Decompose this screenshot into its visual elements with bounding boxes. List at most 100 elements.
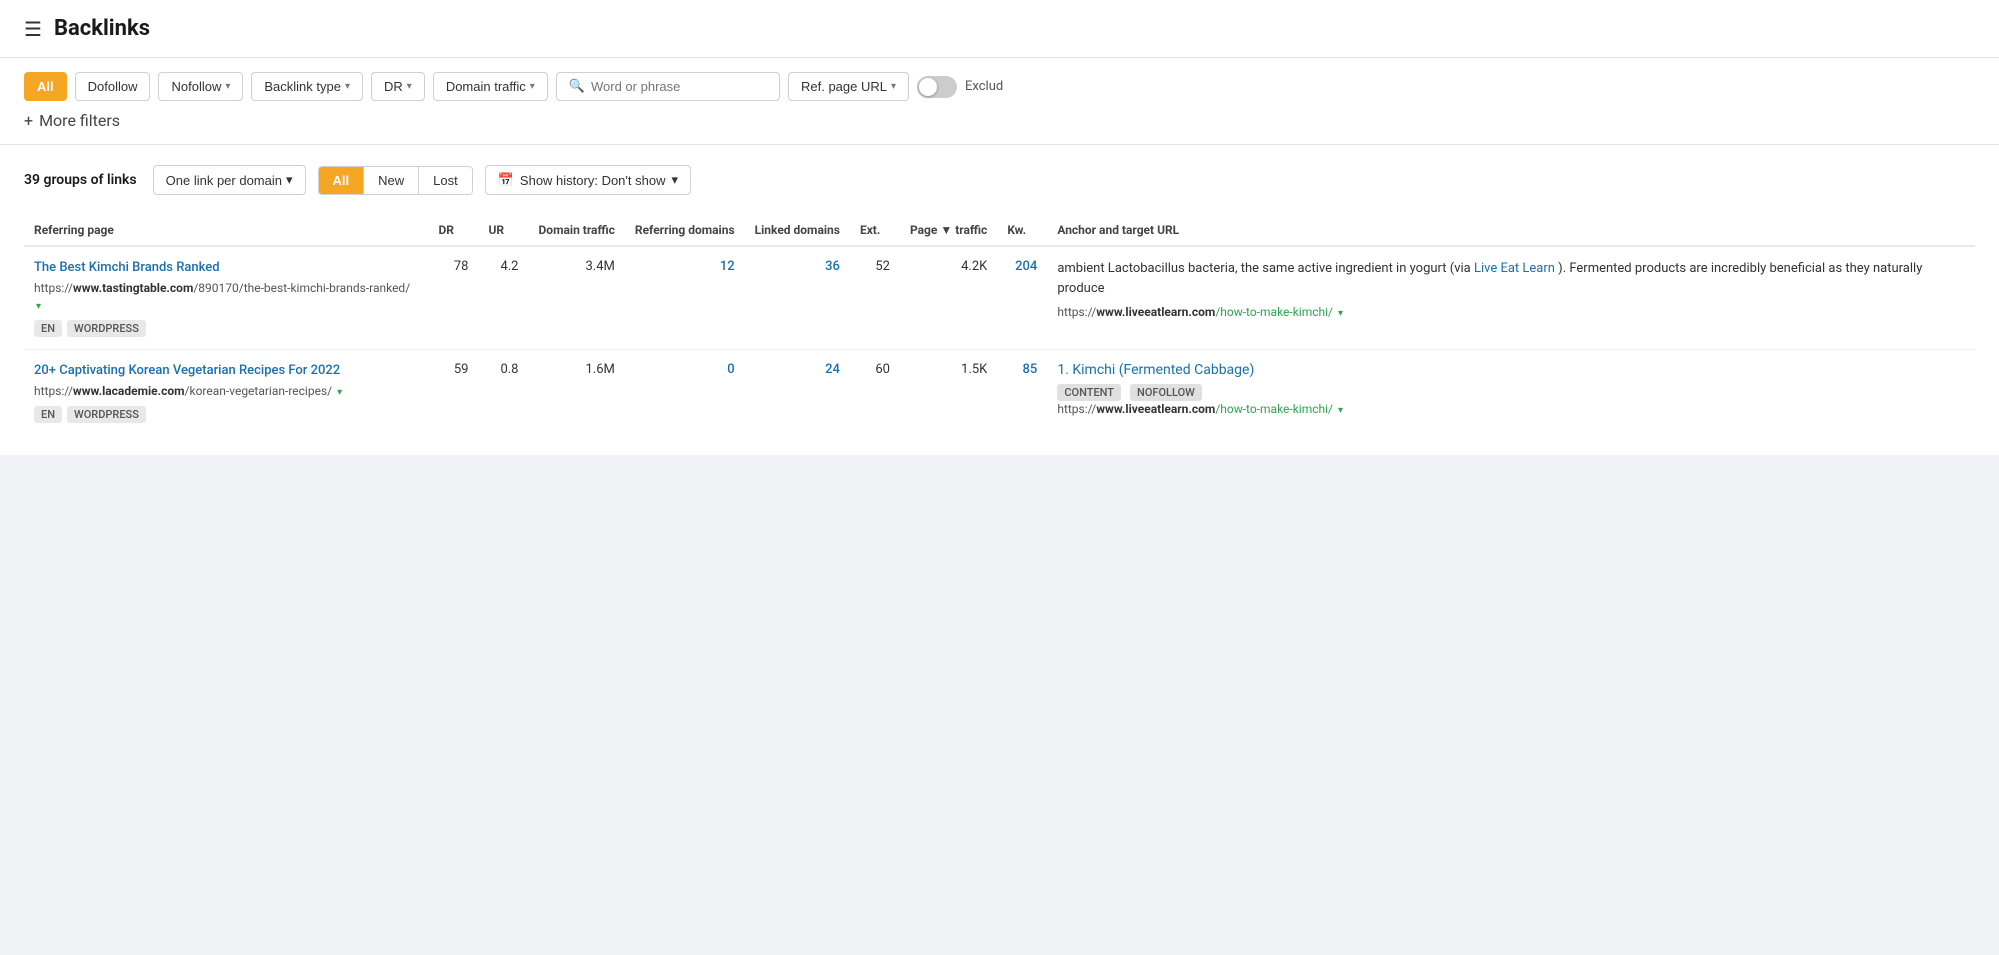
chevron-down-icon: ▾	[225, 81, 230, 92]
domain-traffic-cell: 3.4M	[529, 246, 625, 349]
dr-cell: 78	[429, 246, 479, 349]
linked-domains-cell: 24	[745, 349, 850, 435]
col-ext: Ext.	[850, 215, 900, 246]
referring-domains-value[interactable]: 12	[720, 259, 735, 274]
ur-value: 0.8	[500, 362, 518, 377]
referring-domains-cell: 12	[625, 246, 745, 349]
col-linked-domains: Linked domains	[745, 215, 850, 246]
url-domain[interactable]: www.lacademie.com	[73, 384, 185, 398]
dr-value: 59	[454, 362, 469, 377]
filters-bar: All Dofollow Nofollow ▾ Backlink type ▾ …	[0, 58, 1999, 145]
ur-cell: 4.2	[479, 246, 529, 349]
chevron-down-icon: ▾	[530, 81, 535, 92]
page-title: Backlinks	[54, 16, 150, 41]
ext-value: 52	[875, 259, 890, 274]
search-input[interactable]	[591, 79, 767, 94]
backlinks-table: Referring page DR UR Domain traffic Refe…	[24, 215, 1975, 435]
expand-icon[interactable]: ▾	[1338, 404, 1343, 418]
anchor-type-badges: CONTENTNOFOLLOW	[1057, 384, 1965, 401]
chevron-down-icon: ▾	[345, 81, 350, 92]
anchor-cell: 1. Kimchi (Fermented Cabbage) CONTENTNOF…	[1047, 349, 1975, 435]
anchor-text: ambient Lactobacillus bacteria, the same…	[1057, 259, 1965, 298]
referring-domains-value[interactable]: 0	[727, 362, 734, 377]
expand-icon[interactable]: ▾	[337, 386, 342, 400]
referring-page-cell: The Best Kimchi Brands Ranked https://ww…	[24, 246, 429, 349]
show-history-button[interactable]: 📅 Show history: Don't show ▾	[485, 165, 691, 195]
search-icon: 🔍	[569, 79, 585, 94]
col-page-traffic[interactable]: Page ▼ traffic	[900, 215, 997, 246]
anchor-url-domain[interactable]: www.liveeatlearn.com	[1096, 402, 1215, 416]
domain-traffic-value: 1.6M	[585, 362, 614, 377]
kw-value[interactable]: 204	[1015, 259, 1037, 274]
anchor-badges-row: 1. Kimchi (Fermented Cabbage)	[1057, 362, 1965, 378]
col-referring-domains: Referring domains	[625, 215, 745, 246]
filters-row: All Dofollow Nofollow ▾ Backlink type ▾ …	[24, 72, 1975, 101]
anchor-url-domain[interactable]: www.liveeatlearn.com	[1096, 305, 1215, 319]
ur-value: 4.2	[500, 259, 518, 274]
page-traffic-value: 4.2K	[961, 259, 987, 274]
ext-value: 60	[875, 362, 890, 377]
filter-nofollow-button[interactable]: Nofollow ▾	[158, 72, 243, 101]
badge: WORDPRESS	[67, 406, 146, 423]
filter-dr-button[interactable]: DR ▾	[371, 72, 425, 101]
page-traffic-cell: 1.5K	[900, 349, 997, 435]
col-anchor-target-url: Anchor and target URL	[1047, 215, 1975, 246]
exclude-toggle[interactable]	[917, 76, 957, 98]
filter-ref-page-url-button[interactable]: Ref. page URL ▾	[788, 72, 909, 101]
linked-domains-cell: 36	[745, 246, 850, 349]
badge: EN	[34, 406, 62, 423]
search-box: 🔍	[556, 72, 780, 101]
col-kw: Kw.	[997, 215, 1047, 246]
one-link-per-domain-dropdown[interactable]: One link per domain ▾	[153, 165, 306, 195]
tab-lost[interactable]: Lost	[419, 167, 472, 194]
url-domain[interactable]: www.tastingtable.com	[73, 281, 193, 295]
table-header-row: Referring page DR UR Domain traffic Refe…	[24, 215, 1975, 246]
filter-backlink-type-button[interactable]: Backlink type ▾	[251, 72, 363, 101]
badge: WORDPRESS	[67, 320, 146, 337]
filter-all-button[interactable]: All	[24, 72, 67, 101]
kw-cell: 85	[997, 349, 1047, 435]
ref-page-title[interactable]: The Best Kimchi Brands Ranked	[34, 259, 419, 277]
tab-all[interactable]: All	[319, 167, 365, 194]
linked-domains-value[interactable]: 24	[825, 362, 840, 377]
link-tabs: All New Lost	[318, 166, 473, 195]
col-referring-page: Referring page	[24, 215, 429, 246]
content-area: 39 groups of links One link per domain ▾…	[0, 145, 1999, 455]
toggle-knob	[919, 78, 937, 96]
more-filters-button[interactable]: + More filters	[24, 111, 1975, 130]
anchor-badge: NOFOLLOW	[1130, 384, 1202, 401]
anchor-link[interactable]: Live Eat Learn	[1474, 261, 1555, 276]
col-dr: DR	[429, 215, 479, 246]
referring-domains-cell: 0	[625, 349, 745, 435]
domain-traffic-cell: 1.6M	[529, 349, 625, 435]
filter-domain-traffic-button[interactable]: Domain traffic ▾	[433, 72, 548, 101]
filter-dofollow-button[interactable]: Dofollow	[75, 72, 151, 101]
linked-domains-value[interactable]: 36	[825, 259, 840, 274]
ext-cell: 52	[850, 246, 900, 349]
anchor-url: https://www.liveeatlearn.com/how-to-make…	[1057, 304, 1965, 321]
page-traffic-cell: 4.2K	[900, 246, 997, 349]
ref-page-url: https://www.lacademie.com/korean-vegetar…	[34, 383, 419, 400]
page-traffic-value: 1.5K	[961, 362, 987, 377]
chevron-down-icon: ▾	[891, 81, 896, 92]
anchor-url: https://www.liveeatlearn.com/how-to-make…	[1057, 401, 1965, 418]
ref-page-title[interactable]: 20+ Captivating Korean Vegetarian Recipe…	[34, 362, 419, 380]
app-header: ☰ Backlinks	[0, 0, 1999, 58]
expand-icon[interactable]: ▾	[36, 300, 41, 314]
col-domain-traffic: Domain traffic	[529, 215, 625, 246]
tab-new[interactable]: New	[364, 167, 419, 194]
badge: EN	[34, 320, 62, 337]
groups-count: 39 groups of links	[24, 172, 137, 188]
kw-value[interactable]: 85	[1023, 362, 1038, 377]
expand-icon[interactable]: ▾	[1338, 307, 1343, 321]
ref-page-url: https://www.tastingtable.com/890170/the-…	[34, 280, 419, 314]
domain-traffic-value: 3.4M	[585, 259, 614, 274]
dr-value: 78	[454, 259, 469, 274]
anchor-item-link[interactable]: 1. Kimchi (Fermented Cabbage)	[1057, 362, 1254, 378]
ur-cell: 0.8	[479, 349, 529, 435]
chevron-down-icon: ▾	[286, 172, 293, 188]
menu-icon[interactable]: ☰	[24, 17, 42, 41]
ext-cell: 60	[850, 349, 900, 435]
anchor-cell: ambient Lactobacillus bacteria, the same…	[1047, 246, 1975, 349]
plus-icon: +	[24, 111, 33, 130]
